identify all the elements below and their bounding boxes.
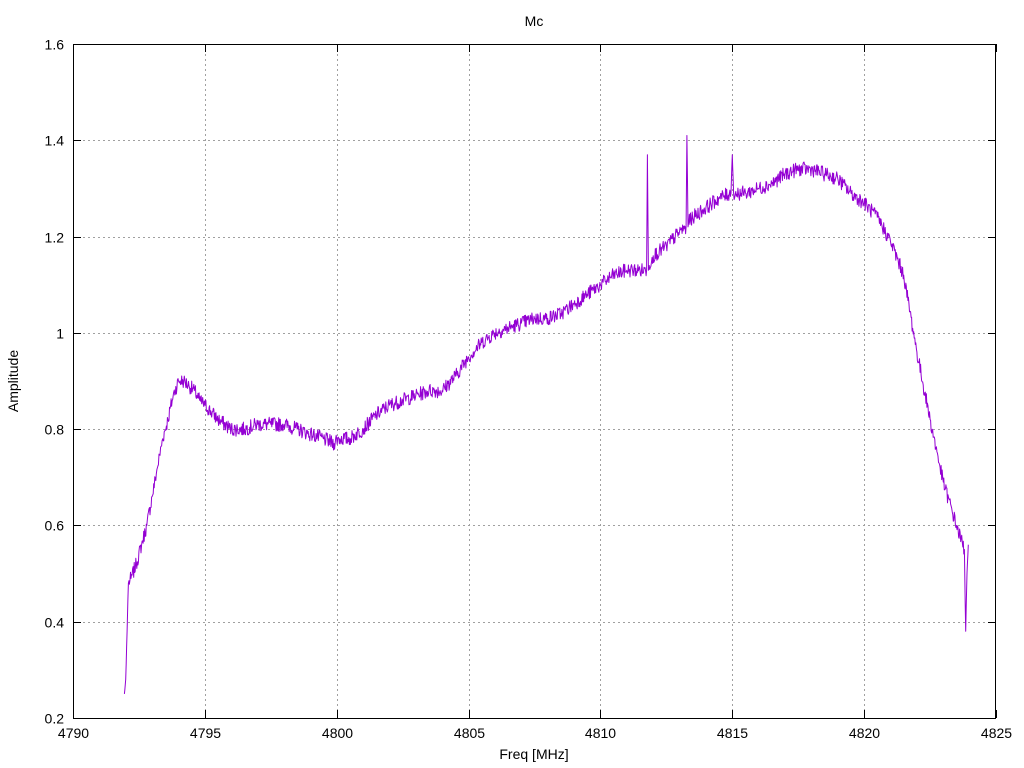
x-tick-label: 4800 [322,725,353,741]
x-tick-label: 4820 [849,725,880,741]
x-axis-title: Freq [MHz] [499,746,568,762]
y-tick-label: 0.8 [45,422,65,438]
y-tick-label: 0.4 [45,615,65,631]
y-tick-label: 1.6 [45,37,65,53]
chart-title: Mc [525,13,544,29]
y-tick-label: 0.2 [45,711,65,727]
x-tick-label: 4805 [454,725,485,741]
y-tick-label: 1 [56,326,64,342]
chart-background [0,0,1024,768]
y-tick-label: 1.2 [45,230,65,246]
line-chart: Mc 4790 4795 4800 4805 4810 4815 4820 4825 0.2 0… [0,0,1024,768]
x-tick-label: 4790 [58,725,89,741]
y-axis-title: Amplitude [5,350,21,412]
x-tick-label: 4815 [717,725,748,741]
x-tick-label: 4795 [190,725,221,741]
x-tick-label: 4810 [585,725,616,741]
x-tick-label: 4825 [981,725,1012,741]
y-tick-label: 0.6 [45,518,65,534]
y-tick-label: 1.4 [45,133,65,149]
